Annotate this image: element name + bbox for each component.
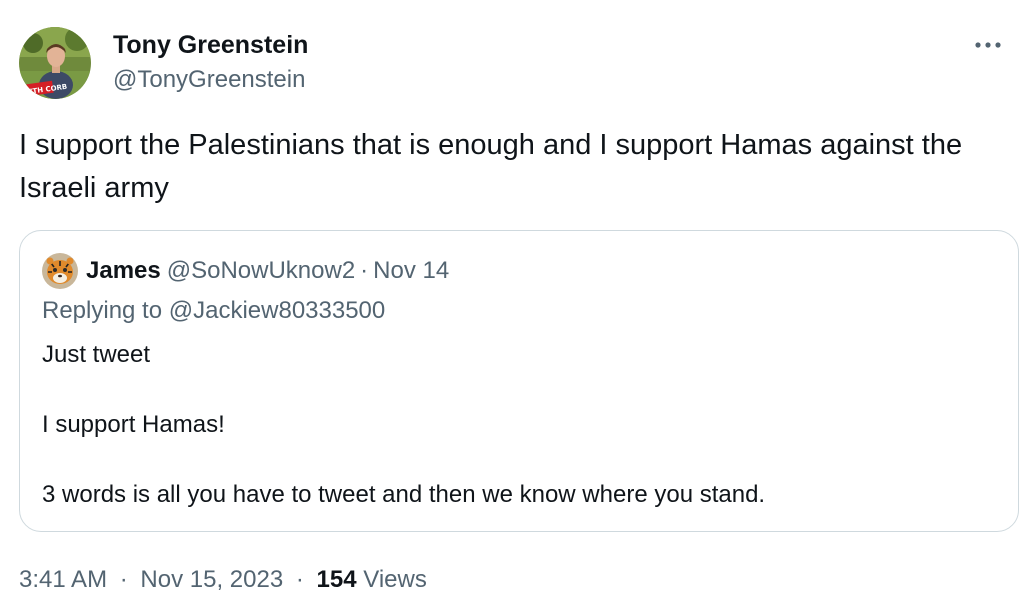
tweet: WITH CORB Tony Greenstein @TonyGreenstei…	[0, 0, 1024, 608]
quoted-paragraph: Just tweet	[42, 341, 151, 368]
tiger-avatar[interactable]	[42, 253, 78, 289]
author-handle[interactable]: @TonyGreenstein	[113, 66, 308, 95]
quoted-date[interactable]: Nov 14	[373, 257, 449, 285]
quoted-author-name[interactable]: James	[86, 257, 161, 285]
replying-to: Replying to @Jackiew80333500	[42, 297, 385, 325]
quoted-paragraph: 3 words is all you have to tweet and the…	[42, 481, 766, 508]
replying-to-handle[interactable]: @Jackiew80333500	[169, 297, 386, 324]
more-options-button[interactable]	[970, 30, 1006, 60]
tweet-meta: 3:41 AM · Nov 15, 2023 · 154 Views	[19, 566, 427, 594]
tweet-time[interactable]: 3:41 AM	[19, 566, 107, 593]
quoted-tweet-header: James @SoNowUknow2 · Nov 14	[42, 253, 449, 289]
tweet-date[interactable]: Nov 15, 2023	[140, 566, 283, 593]
author-info: Tony Greenstein @TonyGreenstein	[113, 30, 308, 95]
quoted-paragraph: I support Hamas!	[42, 411, 225, 438]
views-count[interactable]: 154	[317, 566, 357, 593]
author-name[interactable]: Tony Greenstein	[113, 30, 308, 60]
quoted-tweet[interactable]: James @SoNowUknow2 · Nov 14 Replying to …	[19, 230, 1019, 532]
views-label: Views	[363, 566, 427, 593]
meta-separator: ·	[119, 566, 128, 593]
quoted-tweet-body: Just tweet I support Hamas! 3 words is a…	[42, 339, 992, 511]
more-horizontal-icon	[975, 42, 1001, 48]
meta-separator: ·	[295, 566, 304, 593]
author-avatar-image: WITH CORB	[19, 27, 91, 99]
quoted-author-handle[interactable]: @SoNowUknow2	[167, 257, 355, 285]
quoted-separator: ·	[360, 257, 369, 284]
author-avatar[interactable]: WITH CORB	[19, 27, 91, 99]
replying-to-prefix: Replying to	[42, 297, 163, 324]
tweet-text: I support the Palestinians that is enoug…	[19, 129, 963, 204]
